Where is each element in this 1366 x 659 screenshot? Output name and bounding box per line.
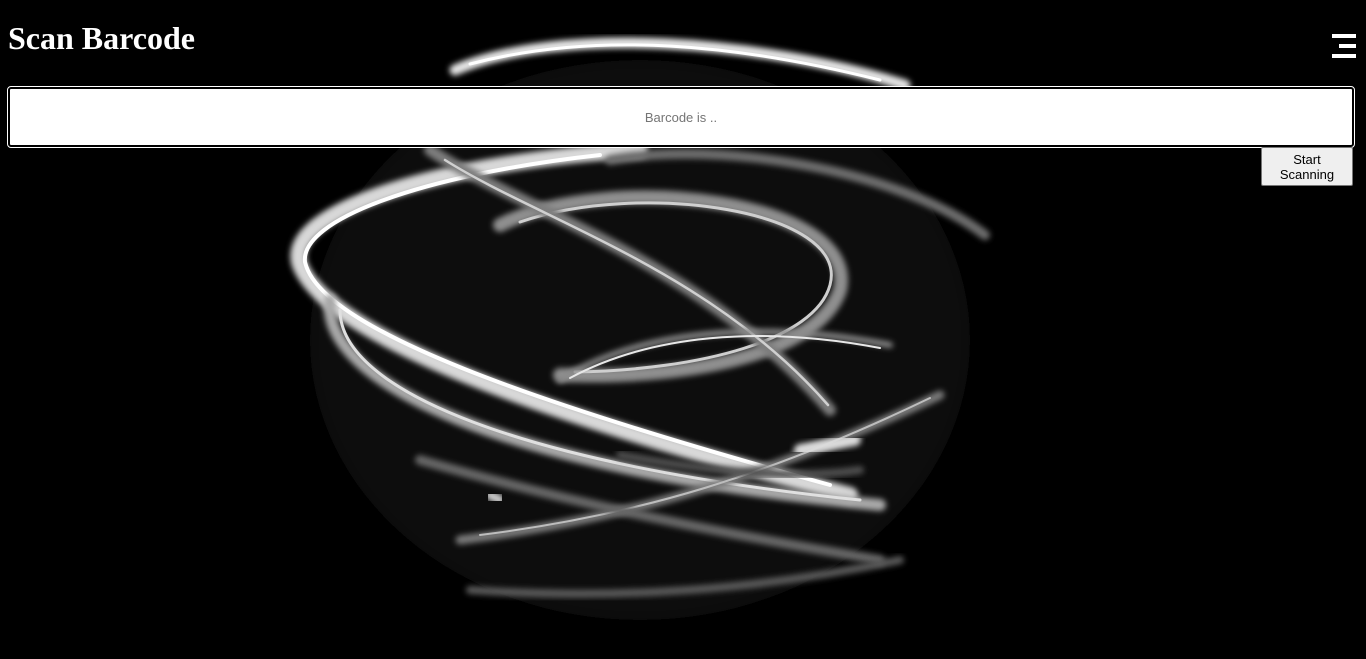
barcode-result-field[interactable] xyxy=(7,86,1355,148)
start-scanning-button[interactable]: Start Scanning xyxy=(1261,147,1353,186)
hamburger-menu-icon[interactable] xyxy=(1330,32,1358,60)
menu-bar-top xyxy=(1332,34,1356,38)
menu-bar-bottom xyxy=(1332,54,1356,58)
menu-bar-middle xyxy=(1339,44,1356,48)
page-title: Scan Barcode xyxy=(8,20,195,56)
